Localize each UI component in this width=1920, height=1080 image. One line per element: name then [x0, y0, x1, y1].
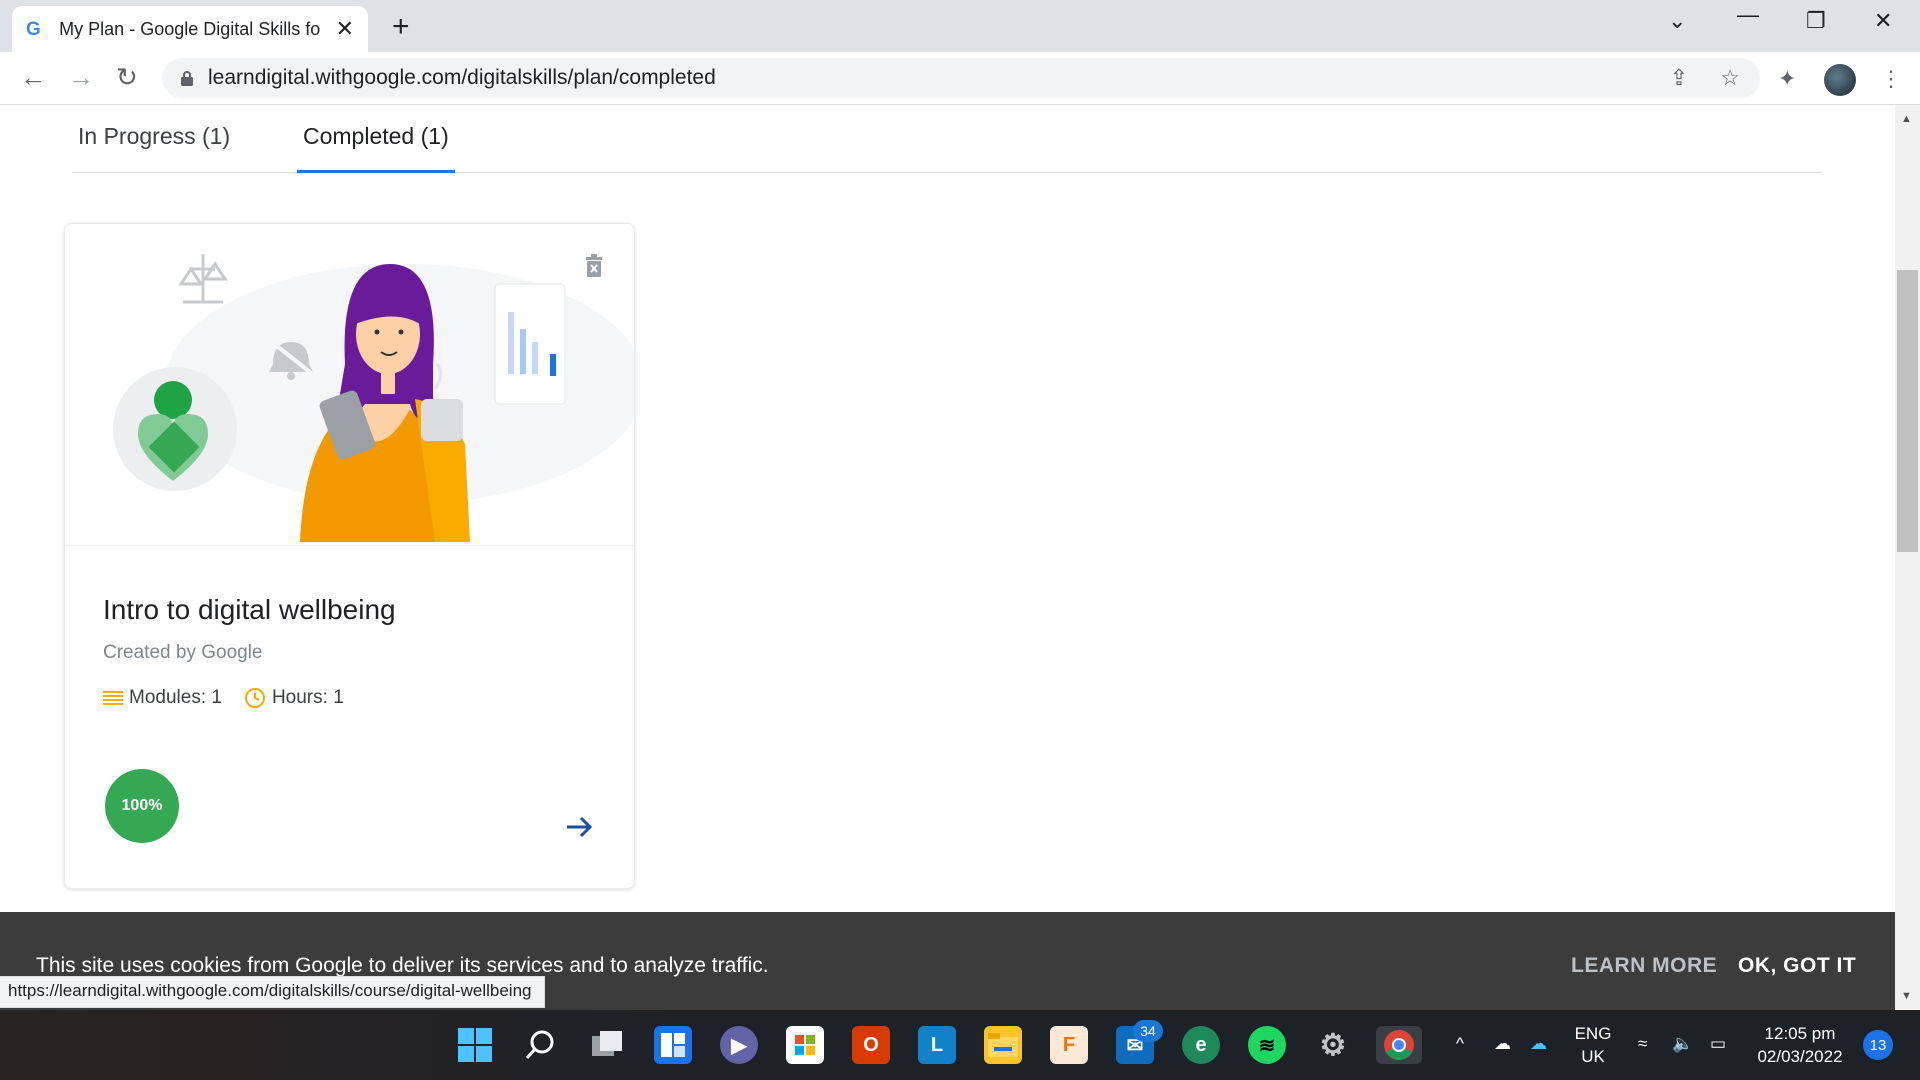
language-indicator[interactable]: ENG UK [1570, 1022, 1616, 1068]
spotify-icon[interactable]: ≋ [1248, 1026, 1286, 1064]
minimize-icon[interactable]: — [1737, 2, 1759, 28]
microsoft-store-icon[interactable] [786, 1026, 824, 1064]
chrome-taskbar-icon[interactable] [1376, 1026, 1422, 1064]
app-l-icon[interactable]: L [918, 1026, 956, 1064]
onedrive-icon[interactable]: ☁ [1530, 1032, 1547, 1055]
ok-got-it-button[interactable]: OK, GOT IT [1738, 954, 1856, 978]
scroll-thumb[interactable] [1897, 270, 1918, 552]
browser-toolbar: ← → ↻ learndigital.withgoogle.com/digita… [0, 52, 1920, 105]
status-bar-url: https://learndigital.withgoogle.com/digi… [0, 976, 545, 1008]
browser-tab[interactable]: G My Plan - Google Digital Skills fo ✕ [12, 6, 368, 52]
extensions-icon[interactable]: ✦ [1778, 66, 1796, 92]
windows-taskbar: ▶ O L F ✉ e ≋ ⚙ ^ ☁ ☁ ENG UK ≈ 🔈 ▭ 12:05… [0, 1010, 1920, 1080]
profile-avatar[interactable] [1824, 64, 1856, 96]
fusion-app-icon[interactable]: F [1050, 1026, 1088, 1064]
tab-completed[interactable]: Completed (1) [297, 123, 455, 173]
bookmark-star-icon[interactable]: ☆ [1720, 65, 1740, 90]
scroll-up-icon[interactable]: ▲ [1901, 113, 1912, 125]
tab-close-icon[interactable]: ✕ [336, 16, 354, 42]
battery-icon[interactable]: ▭ [1710, 1032, 1726, 1055]
forward-icon[interactable]: → [68, 62, 94, 93]
scroll-down-icon[interactable]: ▼ [1901, 990, 1912, 1002]
clock-date: 02/03/2022 [1757, 1047, 1843, 1066]
learn-more-button[interactable]: LEARN MORE [1571, 954, 1717, 978]
region-code: UK [1581, 1047, 1605, 1066]
course-card[interactable]: Intro to digital wellbeing Created by Go… [64, 223, 635, 889]
teams-chat-icon[interactable]: ▶ [720, 1026, 758, 1064]
browser-titlebar: G My Plan - Google Digital Skills fo ✕ +… [0, 0, 1920, 52]
course-author: Created by Google [103, 642, 263, 663]
office-icon[interactable]: O [852, 1026, 890, 1064]
cloud-icon[interactable]: ☁ [1494, 1032, 1511, 1055]
tab-title: My Plan - Google Digital Skills fo [59, 18, 321, 39]
page-content: In Progress (1) Completed (1) Intro to d… [0, 105, 1895, 1010]
widgets-icon[interactable] [654, 1026, 692, 1064]
tray-chevron-icon[interactable]: ^ [1456, 1032, 1464, 1055]
back-icon[interactable]: ← [20, 62, 46, 93]
share-icon[interactable]: ⇪ [1670, 65, 1688, 90]
lock-icon [181, 71, 193, 86]
course-illustration [65, 224, 634, 546]
plan-tabs: In Progress (1) Completed (1) [72, 105, 1822, 173]
restore-icon[interactable]: ❐ [1806, 8, 1826, 34]
tab-search-icon[interactable]: ⌄ [1668, 8, 1686, 34]
menu-kebab-icon[interactable]: ⋮ [1880, 66, 1902, 92]
hours-count: Hours: 1 [271, 687, 344, 708]
tab-in-progress[interactable]: In Progress (1) [72, 123, 236, 173]
search-icon[interactable] [522, 1026, 560, 1064]
arrow-right-icon[interactable] [564, 812, 594, 842]
clock-time: 12:05 pm [1764, 1024, 1836, 1043]
file-explorer-icon[interactable] [984, 1026, 1022, 1064]
page-scrollbar[interactable]: ▲ ▼ [1895, 105, 1920, 1010]
digital-wellbeing-illustration [113, 254, 634, 542]
windows-start-icon[interactable] [456, 1026, 494, 1064]
delete-course-icon[interactable] [583, 254, 605, 278]
cookie-message: This site uses cookies from Google to de… [36, 954, 769, 977]
settings-gear-icon[interactable]: ⚙ [1314, 1026, 1352, 1064]
new-tab-icon[interactable]: + [392, 10, 410, 44]
reload-icon[interactable]: ↻ [116, 62, 138, 93]
modules-list-icon [103, 691, 123, 705]
url-text: learndigital.withgoogle.com/digitalskill… [208, 66, 716, 89]
notification-count-badge[interactable]: 13 [1863, 1030, 1893, 1060]
wifi-icon[interactable]: ≈ [1638, 1032, 1647, 1055]
edge-icon[interactable]: e [1182, 1026, 1220, 1064]
course-meta: Modules: 1 Hours: 1 [103, 687, 366, 709]
clock-icon [244, 688, 265, 708]
progress-badge: 100% [105, 769, 179, 843]
address-bar[interactable]: learndigital.withgoogle.com/digitalskill… [162, 58, 1760, 98]
course-title[interactable]: Intro to digital wellbeing [103, 594, 396, 626]
language-code: ENG [1574, 1024, 1612, 1043]
task-view-icon[interactable] [588, 1026, 626, 1064]
mail-unread-badge: 34 [1133, 1020, 1163, 1042]
modules-count: Modules: 1 [129, 687, 222, 708]
google-favicon-icon: G [26, 19, 41, 40]
volume-icon[interactable]: 🔈 [1672, 1032, 1693, 1055]
clock[interactable]: 12:05 pm 02/03/2022 [1748, 1022, 1852, 1068]
close-window-icon[interactable]: ✕ [1874, 8, 1892, 34]
